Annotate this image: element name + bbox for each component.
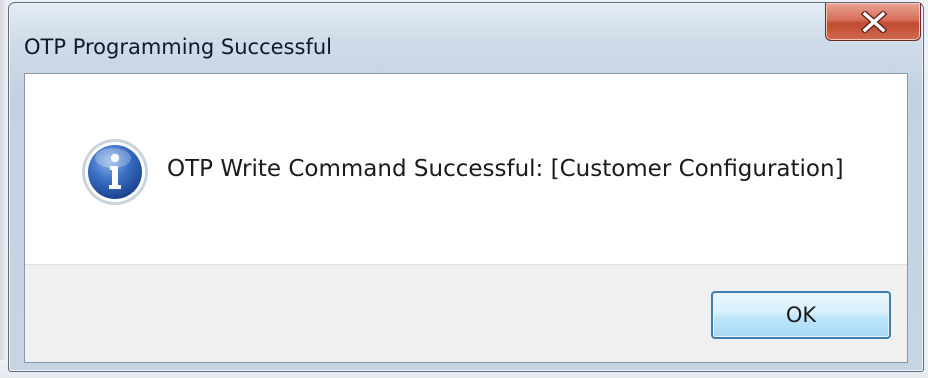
info-icon <box>82 139 148 205</box>
dialog-window: OTP Programming Successful OTP Write Com… <box>8 2 924 372</box>
message-area: OTP Write Command Successful: [Customer … <box>25 74 907 264</box>
ok-button[interactable]: OK <box>711 291 891 339</box>
background-edge <box>0 0 6 378</box>
message-text: OTP Write Command Successful: [Customer … <box>167 156 844 182</box>
title-bar[interactable]: OTP Programming Successful <box>9 3 923 71</box>
button-bar: OK <box>25 264 907 362</box>
close-button[interactable] <box>825 3 921 41</box>
dialog-client-area: OTP Write Command Successful: [Customer … <box>24 73 908 363</box>
window-title: OTP Programming Successful <box>24 35 332 59</box>
close-icon <box>860 11 888 33</box>
